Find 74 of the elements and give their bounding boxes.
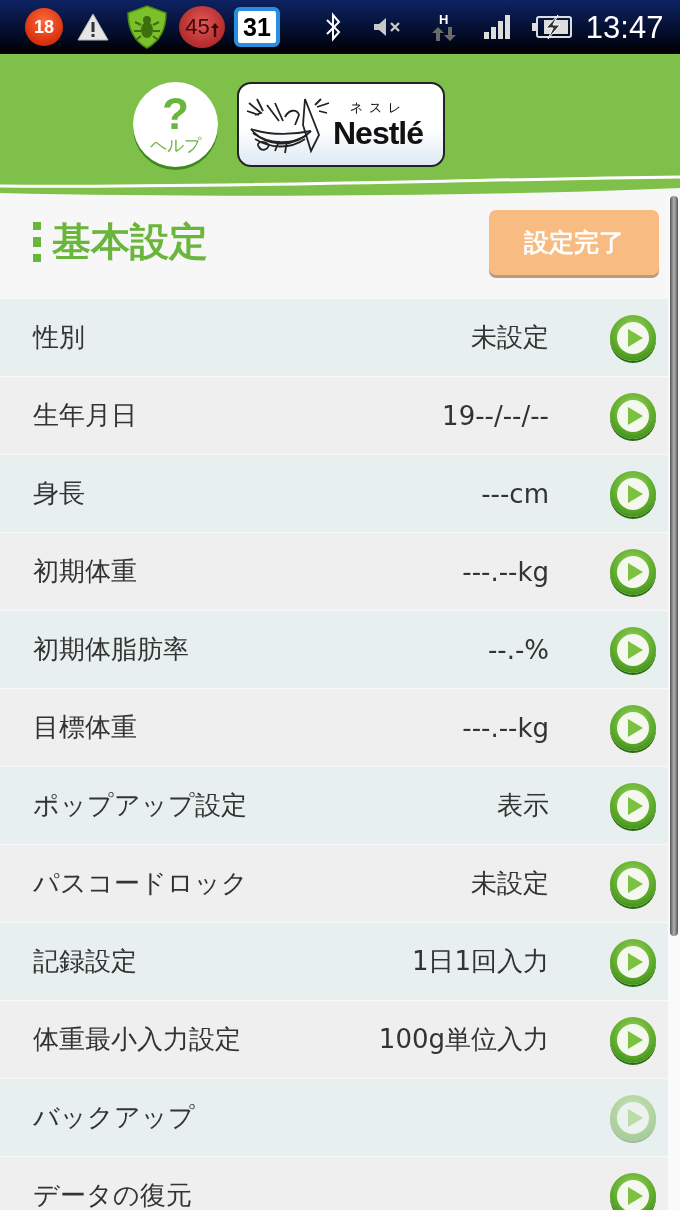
battery-charging-icon <box>531 15 572 39</box>
settings-row[interactable]: 身長 ---cm <box>0 454 668 532</box>
row-value: ---.--kg <box>462 556 549 587</box>
settings-row[interactable]: 生年月日 19--/--/-- <box>0 376 668 454</box>
row-value: 19--/--/-- <box>442 400 549 431</box>
row-label: 体重最小入力設定 <box>33 1023 242 1056</box>
notification-badge: 18 <box>25 8 63 46</box>
settings-row[interactable]: 体重最小入力設定 100g単位入力 <box>0 1000 668 1078</box>
row-label: ポップアップ設定 <box>33 789 248 822</box>
next-button[interactable] <box>610 548 656 595</box>
play-icon <box>617 1179 649 1210</box>
row-label: 目標体重 <box>33 711 138 744</box>
row-value: 1日1回入力 <box>411 945 549 978</box>
data-arrows-icon <box>430 27 457 41</box>
play-icon <box>617 867 649 900</box>
row-label: パスコードロック <box>33 867 249 900</box>
status-time: 13:47 <box>585 11 664 43</box>
logo-kana: ネスレ <box>349 99 407 116</box>
settings-row[interactable]: パスコードロック 未設定 <box>0 844 668 922</box>
next-button[interactable] <box>610 1172 656 1210</box>
play-icon <box>617 945 649 978</box>
play-icon <box>617 1023 649 1056</box>
settings-row[interactable]: データの復元 <box>0 1156 668 1210</box>
network-type: H <box>439 13 449 27</box>
row-value: 100g単位入力 <box>378 1023 549 1056</box>
play-icon <box>617 711 649 744</box>
warning-icon <box>77 13 109 41</box>
scrollbar-thumb[interactable] <box>670 196 678 936</box>
up-arrow-icon <box>210 23 219 37</box>
play-icon <box>617 555 649 588</box>
calendar-badge: 31 <box>234 7 280 47</box>
logo-wordmark: Nestlé <box>333 115 424 150</box>
play-icon <box>617 1101 649 1134</box>
muted-speaker-icon <box>372 17 401 37</box>
row-value: ---cm <box>481 478 549 509</box>
settings-row[interactable]: 性別 未設定 <box>0 298 668 376</box>
row-label: データの復元 <box>33 1179 193 1210</box>
next-button[interactable] <box>610 470 656 517</box>
settings-row[interactable]: 目標体重 ---.--kg <box>0 688 668 766</box>
row-label: 生年月日 <box>33 399 138 432</box>
signal-icon <box>483 15 511 39</box>
play-icon <box>617 399 649 432</box>
settings-row[interactable]: ポップアップ設定 表示 <box>0 766 668 844</box>
temperature-reading: 45 <box>185 16 210 38</box>
next-button[interactable] <box>610 704 656 751</box>
row-value: ---.--kg <box>462 712 549 743</box>
section-marker-icon <box>33 222 41 263</box>
play-icon <box>617 477 649 510</box>
row-label: 初期体脂肪率 <box>33 633 190 666</box>
row-value: 未設定 <box>471 867 549 900</box>
row-value: 表示 <box>497 789 549 822</box>
next-button[interactable] <box>610 314 656 361</box>
row-label: 性別 <box>33 321 86 354</box>
play-icon <box>617 633 649 666</box>
next-button[interactable] <box>610 860 656 907</box>
bug-shield-icon <box>127 5 167 49</box>
bluetooth-icon <box>324 12 341 42</box>
row-label: 身長 <box>33 477 86 510</box>
next-button[interactable] <box>610 782 656 829</box>
row-label: 初期体重 <box>33 555 138 588</box>
settings-row[interactable]: 初期体脂肪率 --.-% <box>0 610 668 688</box>
next-button[interactable] <box>610 1016 656 1063</box>
next-button[interactable] <box>610 626 656 673</box>
settings-row[interactable]: 記録設定 1日1回入力 <box>0 922 668 1000</box>
row-label: バックアップ <box>33 1101 196 1134</box>
next-button[interactable] <box>610 392 656 439</box>
play-icon <box>617 321 649 354</box>
row-value: 未設定 <box>471 321 549 354</box>
row-value: --.-% <box>487 634 549 665</box>
section-title: 基本設定 <box>52 221 208 264</box>
settings-row[interactable]: 初期体重 ---.--kg <box>0 532 668 610</box>
play-icon <box>617 789 649 822</box>
next-button[interactable] <box>610 938 656 985</box>
row-label: 記録設定 <box>33 945 138 978</box>
